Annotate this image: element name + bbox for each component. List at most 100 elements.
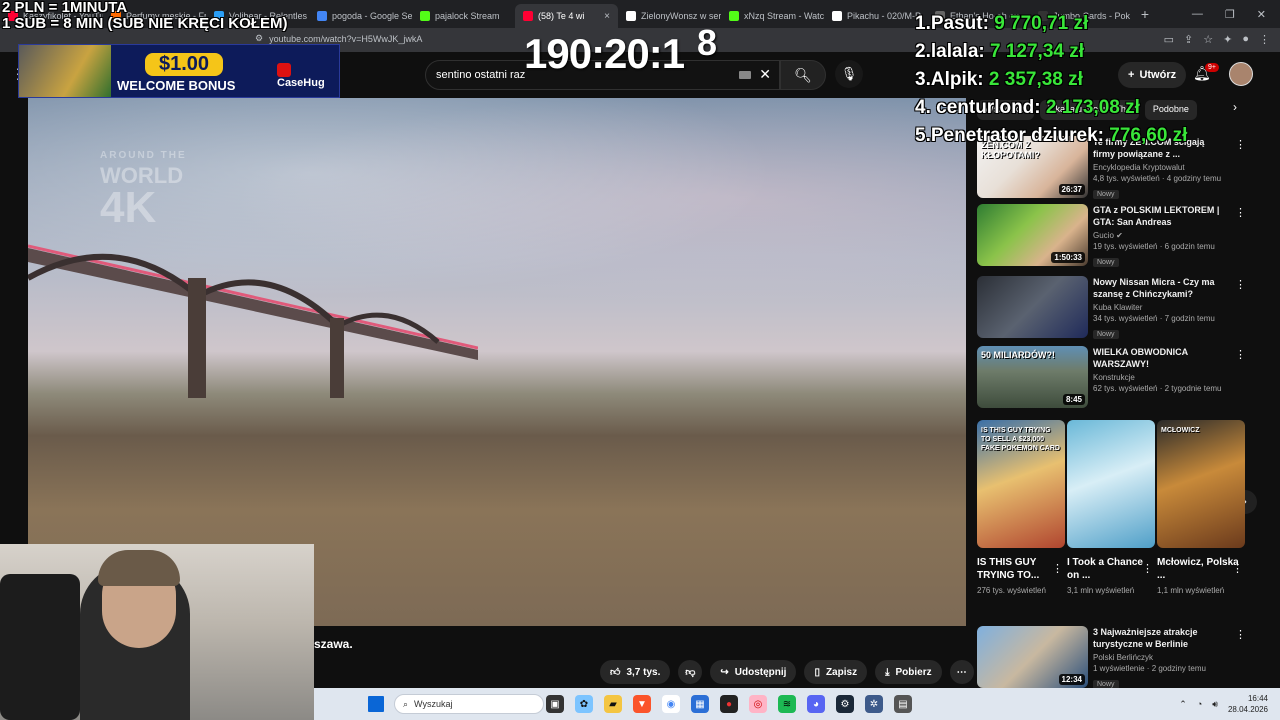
taskbar-search-input[interactable]: ⌕ Wyszukaj bbox=[394, 694, 544, 714]
browser-tab[interactable]: Pikachu - 020/M-P bbox=[824, 4, 927, 28]
short-thumbnail[interactable] bbox=[1067, 420, 1155, 548]
brave-browser-icon[interactable]: ▼ bbox=[633, 695, 651, 713]
video-info: Nowy Nissan Micra - Czy ma szansę z Chiń… bbox=[1093, 276, 1228, 341]
keyboard-icon[interactable] bbox=[739, 71, 751, 79]
leaderboard-row: 5.Penetrator dziurek: 776,60 zł bbox=[915, 122, 1187, 150]
settings-icon[interactable]: ✲ bbox=[865, 695, 883, 713]
menu-icon[interactable]: ⋮ bbox=[1259, 33, 1270, 46]
more-options-icon[interactable]: ⋮ bbox=[1232, 562, 1243, 575]
video-title: GTA z POLSKIM LEKTOREM | GTA: San Andrea… bbox=[1093, 205, 1220, 227]
browser-tab[interactable]: xNzq Stream - Watc bbox=[721, 4, 824, 28]
more-options-icon[interactable]: ⋮ bbox=[1235, 206, 1246, 219]
site-info-icon[interactable]: ⚙ bbox=[255, 33, 263, 44]
short-thumbnail[interactable]: IS THIS GUY TRYING TO SELL A $23,000 FAK… bbox=[977, 420, 1065, 548]
minimize-icon[interactable]: — bbox=[1192, 8, 1203, 21]
more-actions-button[interactable]: ⋯ bbox=[949, 660, 974, 684]
leaderboard-amount: 2 357,38 zł bbox=[988, 69, 1083, 90]
more-options-icon[interactable]: ⋮ bbox=[1235, 138, 1246, 151]
video-thumbnail[interactable]: 1:50:33 bbox=[977, 204, 1088, 266]
browser-tab[interactable]: (58) Te 4 wi × bbox=[515, 4, 618, 28]
recommended-video[interactable]: 50 MILIARDÓW?! 8:45 WIELKA OBWODNICA WARSZ… bbox=[977, 346, 1247, 414]
video-caption: szawa. bbox=[314, 637, 353, 651]
video-thumbnail[interactable]: 12:34 bbox=[977, 626, 1088, 688]
video-title: WIELKA OBWODNICA WARSZAWY! bbox=[1093, 347, 1188, 369]
tab-label: xNzq Stream - Watc bbox=[744, 11, 824, 21]
voice-search-button[interactable]: 🎙︎ bbox=[835, 60, 863, 88]
save-button[interactable]: ▯ Zapisz bbox=[804, 660, 868, 684]
ad-price: $1.00 bbox=[145, 53, 224, 76]
leaderboard-name: 3.Alpik: bbox=[915, 69, 989, 90]
app-store-icon[interactable]: ▦ bbox=[691, 695, 709, 713]
more-options-icon[interactable]: ⋮ bbox=[1235, 628, 1246, 641]
recommended-video[interactable]: 12:34 3 Najważniejsze atrakcje turystyczn… bbox=[977, 626, 1247, 694]
copilot-icon[interactable]: ✿ bbox=[575, 695, 593, 713]
more-options-icon[interactable]: ⋮ bbox=[1142, 562, 1153, 575]
wifi-icon[interactable]: ◔ bbox=[1197, 699, 1202, 709]
browser-tab[interactable]: pogoda - Google Se bbox=[309, 4, 412, 28]
notification-count-badge: 9+ bbox=[1205, 63, 1219, 72]
file-explorer-icon[interactable]: ▰ bbox=[604, 695, 622, 713]
close-window-icon[interactable]: ✕ bbox=[1257, 8, 1266, 21]
windows-taskbar: ⌕ Wyszukaj ▣ ✿ ▰ ▼ ◉ ▦ ● ◎ ≋ ◕ ⚙ ✲ ▤ ⌃ ◔ … bbox=[314, 688, 1280, 720]
casehug-logo-icon bbox=[277, 63, 291, 77]
account-avatar[interactable] bbox=[1229, 62, 1253, 86]
short-video[interactable]: MCŁOWICZ Mcłowicz, Polska ... 1,1 mln wyśw… bbox=[1157, 420, 1245, 597]
new-badge: Nowy bbox=[1093, 258, 1119, 267]
browser-tab[interactable]: pajalock Stream bbox=[412, 4, 515, 28]
bookmark-star-icon[interactable]: ☆ bbox=[1203, 33, 1213, 46]
thumbnail-text: 50 MILIARDÓW?! bbox=[981, 350, 1055, 360]
search-button[interactable]: 🔍︎ bbox=[780, 60, 826, 90]
short-thumbnail[interactable]: MCŁOWICZ bbox=[1157, 420, 1245, 548]
new-badge: Nowy bbox=[1093, 330, 1119, 339]
chrome-icon[interactable]: ◉ bbox=[662, 695, 680, 713]
more-options-icon[interactable]: ⋮ bbox=[1052, 562, 1063, 575]
url-field[interactable]: ⚙ youtube.com/watch?v=H5WwJK_jwkA bbox=[255, 33, 422, 44]
dislike-button[interactable]: 👎︎ bbox=[678, 660, 703, 684]
short-video[interactable]: I Took a Chance on ... 3,1 mln wyświetleń… bbox=[1067, 420, 1155, 597]
recommended-video[interactable]: 1:50:33 GTA z POLSKIM LEKTOREM | GTA: San… bbox=[977, 204, 1247, 272]
tray-overflow-icon[interactable]: ⌃ bbox=[1179, 699, 1187, 710]
more-options-icon[interactable]: ⋮ bbox=[1235, 348, 1246, 361]
channel-watermark: AROUND THE WORLD 4K bbox=[100, 146, 187, 230]
video-thumbnail[interactable]: 50 MILIARDÓW?! 8:45 bbox=[977, 346, 1088, 408]
donation-leaderboard: 1.Pasut: 9 770,71 zł 2.lalala: 7 127,34 z… bbox=[915, 10, 1187, 150]
video-channel: Konstrukcje bbox=[1093, 373, 1135, 382]
video-title: 3 Najważniejsze atrakcje turystyczne w B… bbox=[1093, 627, 1198, 649]
volume-icon[interactable]: 🔊︎ bbox=[1212, 699, 1218, 710]
maximize-icon[interactable]: ❐ bbox=[1225, 8, 1235, 21]
task-view-icon[interactable]: ▣ bbox=[546, 695, 564, 713]
search-icon: 🔍︎ bbox=[794, 66, 812, 83]
tab-favicon-icon bbox=[832, 11, 842, 21]
extensions-icon[interactable]: ✦ bbox=[1223, 33, 1232, 46]
recommended-video[interactable]: Nowy Nissan Micra - Czy ma szansę z Chiń… bbox=[977, 276, 1247, 344]
video-channel: Encyklopedia Kryptowalut bbox=[1093, 163, 1185, 172]
download-icon: ⤓ bbox=[885, 666, 890, 678]
like-button[interactable]: 👍︎ 3,7 tys. bbox=[600, 660, 671, 684]
media-player-icon[interactable]: ● bbox=[720, 695, 738, 713]
chips-next-icon[interactable]: › bbox=[1233, 100, 1237, 120]
tab-favicon-icon bbox=[523, 11, 533, 21]
more-options-icon[interactable]: ⋮ bbox=[1235, 278, 1246, 291]
video-thumbnail[interactable] bbox=[977, 276, 1088, 338]
leaderboard-name: 4. centurlond: bbox=[915, 97, 1046, 118]
clear-search-icon[interactable]: ✕ bbox=[759, 66, 771, 83]
leaderboard-row: 1.Pasut: 9 770,71 zł bbox=[915, 10, 1187, 38]
steam-icon[interactable]: ⚙ bbox=[836, 695, 854, 713]
profile-icon[interactable]: ● bbox=[1242, 33, 1249, 46]
short-video[interactable]: IS THIS GUY TRYING TO SELL A $23,000 FAK… bbox=[977, 420, 1065, 597]
video-duration: 12:34 bbox=[1058, 674, 1085, 685]
taskbar-clock[interactable]: 16:44 28.04.2026 bbox=[1228, 693, 1268, 715]
discord-icon[interactable]: ◕ bbox=[807, 695, 825, 713]
spotify-icon[interactable]: ≋ bbox=[778, 695, 796, 713]
share-button[interactable]: ↪ Udostępnij bbox=[710, 660, 797, 684]
leaderboard-amount: 2 173,08 zł bbox=[1045, 97, 1140, 118]
windows-start-icon[interactable] bbox=[368, 696, 384, 712]
video-channel: Polski Berlińczyk bbox=[1093, 653, 1154, 662]
download-button[interactable]: ⤓ Pobierz bbox=[875, 660, 942, 684]
clock-date: 28.04.2026 bbox=[1227, 705, 1268, 714]
tab-close-icon[interactable]: × bbox=[604, 11, 610, 22]
video-channel: Kuba Klawiter bbox=[1093, 303, 1143, 312]
calculator-icon[interactable]: ▤ bbox=[894, 695, 912, 713]
opera-gx-icon[interactable]: ◎ bbox=[749, 695, 767, 713]
gaming-chair bbox=[0, 574, 80, 720]
